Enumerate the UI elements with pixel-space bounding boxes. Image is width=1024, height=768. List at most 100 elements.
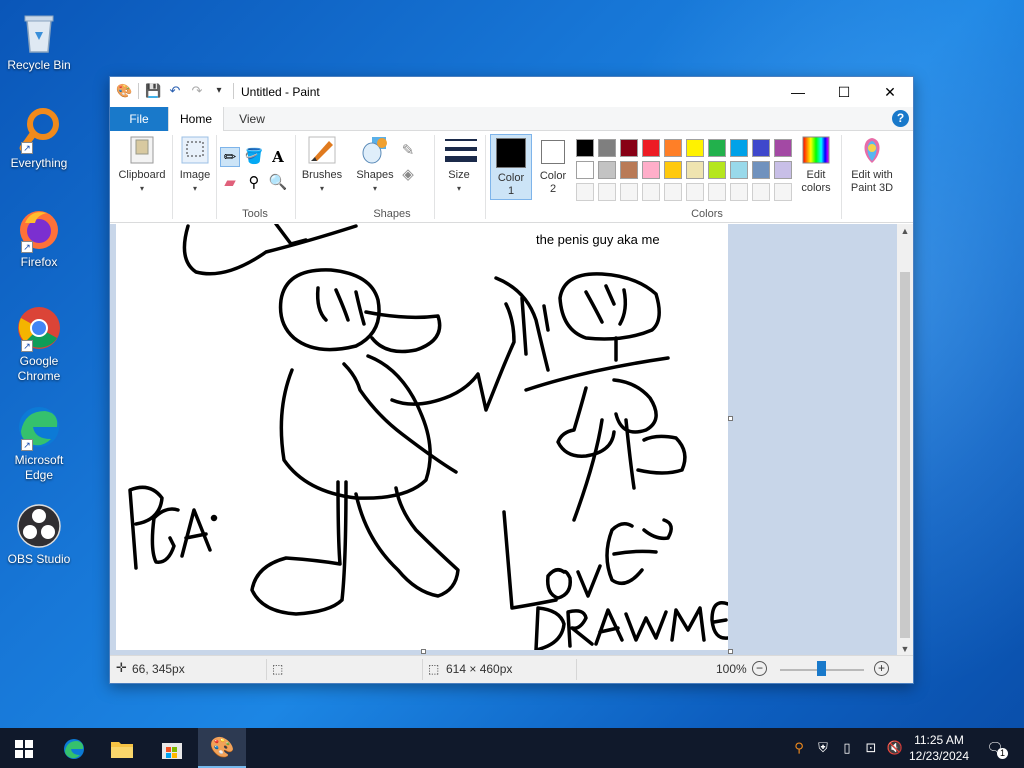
paint3d-icon bbox=[857, 135, 887, 165]
size-button[interactable]: Size ▾ bbox=[438, 135, 480, 195]
outline-icon[interactable]: ✎ bbox=[398, 141, 418, 161]
redo-icon[interactable]: ↷ bbox=[189, 83, 205, 99]
taskbar-clock[interactable]: 11:25 AM 12/23/2024 bbox=[906, 732, 972, 764]
drawing-canvas[interactable]: the penis guy aka me bbox=[116, 224, 728, 650]
palette-swatch[interactable] bbox=[752, 139, 770, 157]
palette-swatch[interactable] bbox=[686, 139, 704, 157]
chevron-down-icon: ▾ bbox=[456, 184, 461, 193]
shapes-button[interactable]: Shapes ▾ bbox=[352, 135, 398, 195]
palette-swatch[interactable] bbox=[730, 139, 748, 157]
vertical-scrollbar[interactable]: ▲ ▼ bbox=[897, 224, 913, 656]
maximize-button[interactable]: ☐ bbox=[821, 77, 867, 107]
start-button[interactable] bbox=[0, 728, 48, 768]
zoom-in-button[interactable]: + bbox=[874, 661, 889, 676]
palette-swatch[interactable] bbox=[642, 161, 660, 179]
palette-swatch-empty[interactable] bbox=[664, 183, 682, 201]
tray-network-icon[interactable]: ⊡ bbox=[860, 728, 882, 768]
palette-swatch[interactable] bbox=[774, 139, 792, 157]
tray-volume-muted-icon[interactable]: 🔇 bbox=[884, 728, 906, 768]
palette-swatch[interactable] bbox=[620, 161, 638, 179]
text-tool-icon[interactable]: A bbox=[268, 147, 288, 167]
canvas-workspace[interactable]: the penis guy aka me bbox=[110, 224, 899, 656]
desktop-icon-google-chrome[interactable]: ↗ Google Chrome bbox=[4, 304, 74, 384]
palette-swatch-empty[interactable] bbox=[642, 183, 660, 201]
close-button[interactable]: ✕ bbox=[867, 77, 913, 107]
palette-swatch[interactable] bbox=[708, 161, 726, 179]
colors-group-label: Colors bbox=[691, 208, 723, 220]
customize-qat-icon[interactable]: ▾ bbox=[211, 83, 227, 99]
shortcut-arrow-icon: ↗ bbox=[21, 241, 33, 253]
edit-with-paint3d-button[interactable]: Edit with Paint 3D bbox=[844, 135, 900, 195]
tab-home[interactable]: Home bbox=[168, 107, 224, 132]
paint-app-icon[interactable]: 🎨 bbox=[116, 83, 132, 99]
desktop-icon-firefox[interactable]: ↗ Firefox bbox=[4, 205, 74, 270]
fill-tool-icon[interactable]: 🪣 bbox=[244, 147, 264, 167]
scrollbar-thumb[interactable] bbox=[900, 272, 910, 638]
zoom-slider-thumb[interactable] bbox=[817, 661, 826, 676]
help-icon[interactable]: ? bbox=[892, 110, 909, 127]
resize-handle-bottom[interactable] bbox=[421, 649, 426, 654]
palette-swatch[interactable] bbox=[664, 139, 682, 157]
palette-swatch-empty[interactable] bbox=[708, 183, 726, 201]
desktop-icon-microsoft-edge[interactable]: ↗ Microsoft Edge bbox=[4, 403, 74, 483]
desktop-icon-obs-studio[interactable]: OBS Studio bbox=[4, 502, 74, 567]
taskbar-edge[interactable] bbox=[50, 728, 98, 768]
palette-swatch[interactable] bbox=[730, 161, 748, 179]
color-picker-icon[interactable]: ⚲ bbox=[244, 173, 264, 193]
taskbar-paint[interactable]: 🎨 bbox=[198, 728, 246, 768]
brushes-button[interactable]: Brushes ▾ bbox=[298, 135, 346, 195]
color1-swatch bbox=[496, 138, 526, 168]
palette-swatch[interactable] bbox=[708, 139, 726, 157]
paint-icon: 🎨 bbox=[209, 737, 235, 759]
tab-file[interactable]: File bbox=[110, 107, 168, 131]
save-icon[interactable]: 💾 bbox=[145, 83, 161, 99]
shape-fill-icon[interactable]: ◈ bbox=[398, 165, 418, 185]
palette-swatch-empty[interactable] bbox=[598, 183, 616, 201]
palette-swatch[interactable] bbox=[598, 139, 616, 157]
palette-swatch[interactable] bbox=[774, 161, 792, 179]
tray-usb-icon[interactable]: ▯ bbox=[836, 728, 858, 768]
palette-swatch[interactable] bbox=[642, 139, 660, 157]
undo-icon[interactable]: ↶ bbox=[167, 83, 183, 99]
edit-colors-button[interactable]: Edit colors bbox=[794, 135, 838, 195]
palette-swatch[interactable] bbox=[686, 161, 704, 179]
palette-swatch[interactable] bbox=[664, 161, 682, 179]
chrome-icon: ↗ bbox=[15, 304, 63, 352]
palette-swatch[interactable] bbox=[576, 161, 594, 179]
palette-swatch-empty[interactable] bbox=[752, 183, 770, 201]
eraser-tool-icon[interactable]: ▰ bbox=[220, 173, 240, 193]
clipboard-button[interactable]: Clipboard ▾ bbox=[115, 135, 169, 195]
zoom-out-button[interactable]: − bbox=[752, 661, 767, 676]
desktop-icon-recycle-bin[interactable]: Recycle Bin bbox=[4, 8, 74, 73]
minimize-button[interactable]: — bbox=[775, 77, 821, 107]
palette-swatch-empty[interactable] bbox=[686, 183, 704, 201]
pencil-tool-icon[interactable]: ✏ bbox=[220, 147, 240, 167]
palette-swatch-empty[interactable] bbox=[620, 183, 638, 201]
tray-security-icon[interactable]: ⛨ bbox=[812, 728, 834, 768]
palette-swatch[interactable] bbox=[576, 139, 594, 157]
scroll-up-icon[interactable]: ▲ bbox=[897, 224, 913, 238]
notification-center-button[interactable]: 🗨 1 bbox=[982, 728, 1008, 768]
desktop-icon-everything[interactable]: ↗ Everything bbox=[4, 106, 74, 171]
resize-handle-corner[interactable] bbox=[728, 649, 733, 654]
tab-view[interactable]: View bbox=[228, 107, 276, 131]
palette-swatch[interactable] bbox=[598, 161, 616, 179]
status-separator bbox=[266, 659, 267, 680]
color1-button[interactable]: Color 1 bbox=[490, 134, 532, 200]
scroll-down-icon[interactable]: ▼ bbox=[897, 642, 913, 656]
image-button[interactable]: Image ▾ bbox=[176, 135, 214, 195]
tray-everything-icon[interactable]: ⚲ bbox=[788, 728, 810, 768]
palette-swatch-empty[interactable] bbox=[774, 183, 792, 201]
taskbar: 🎨 ⚲ ⛨ ▯ ⊡ 🔇 11:25 AM 12/23/2024 🗨 1 bbox=[0, 728, 1024, 768]
taskbar-file-explorer[interactable] bbox=[98, 728, 146, 768]
resize-handle-right[interactable] bbox=[728, 416, 733, 421]
taskbar-store[interactable] bbox=[148, 728, 196, 768]
magnifier-icon[interactable]: 🔍 bbox=[268, 173, 288, 193]
palette-swatch-empty[interactable] bbox=[730, 183, 748, 201]
palette-swatch[interactable] bbox=[620, 139, 638, 157]
color2-button[interactable]: Color 2 bbox=[534, 134, 572, 196]
palette-swatch[interactable] bbox=[752, 161, 770, 179]
group-separator bbox=[172, 135, 173, 219]
palette-swatch-empty[interactable] bbox=[576, 183, 594, 201]
ribbon-tabs: File Home View ? bbox=[110, 107, 913, 132]
